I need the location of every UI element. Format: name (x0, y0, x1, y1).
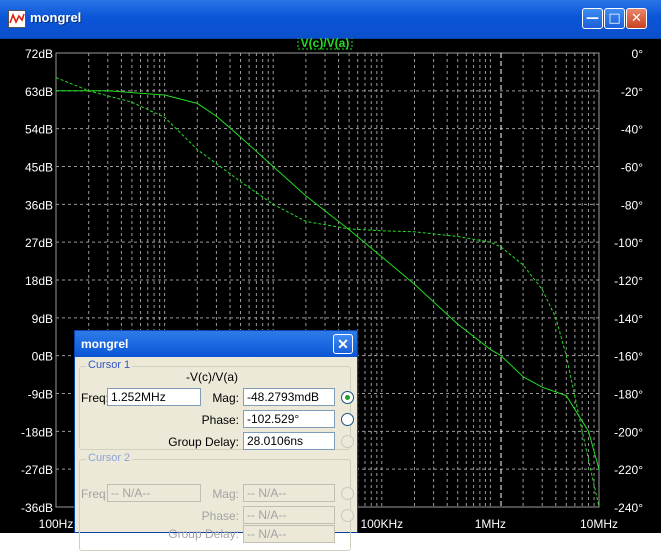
phase-tick-label: -240° (614, 501, 643, 515)
phase-tick-label: -120° (614, 274, 643, 288)
window-titlebar[interactable]: mongrel — □ ✕ (0, 0, 661, 39)
magnitude-tick-label: -36dB (21, 501, 53, 515)
cursor1-phase-field[interactable]: -102.529° (243, 410, 335, 428)
cursor1-freq-field[interactable]: 1.252MHz (107, 388, 201, 406)
magnitude-tick-label: 72dB (25, 47, 53, 61)
minimize-icon: — (586, 11, 599, 26)
phase-tick-label: -200° (614, 425, 643, 439)
cursor1-group-delay-radio[interactable] (341, 435, 354, 448)
cursor1-group-delay-label: Group Delay: (168, 435, 239, 449)
maximize-button[interactable]: □ (604, 8, 625, 29)
phase-tick-label: 0° (632, 47, 644, 61)
window-title: mongrel (30, 10, 82, 25)
cursor1-expression: -V(c)/V(a) (186, 370, 238, 384)
dialog-title: mongrel (81, 337, 129, 351)
cursor1-phase-label: Phase: (201, 413, 239, 427)
phase-tick-label: -60° (621, 161, 643, 175)
close-icon: ✕ (337, 336, 349, 352)
close-button[interactable]: ✕ (626, 8, 647, 29)
magnitude-tick-label: 0dB (32, 350, 53, 364)
cursor2-label: Cursor 2 (86, 452, 133, 464)
close-icon: ✕ (631, 11, 642, 26)
magnitude-tick-label: 54dB (25, 123, 53, 137)
magnitude-tick-label: 27dB (25, 236, 53, 250)
magnitude-tick-label: 36dB (25, 198, 53, 212)
trace-label[interactable]: V(c)/V(a) (297, 38, 353, 50)
cursor2-phase-field[interactable]: -- N/A-- (243, 506, 335, 524)
cursor1-mag-field[interactable]: -48.2793mdB (243, 388, 335, 406)
frequency-tick-label: 100Hz (39, 517, 74, 531)
phase-tick-label: -180° (614, 388, 643, 402)
phase-axis: 0° -20° -40° -60° -80° -100° -120° -140° -160° -1… (614, 47, 643, 515)
magnitude-tick-label: -18dB (21, 425, 53, 439)
magnitude-tick-label: 9dB (32, 312, 53, 326)
dialog-close-button[interactable]: ✕ (333, 334, 353, 354)
magnitude-tick-label: -27dB (21, 463, 53, 477)
cursor2-phase-label: Phase: (201, 509, 239, 523)
frequency-tick-label: 1MHz (475, 517, 506, 531)
cursor1-freq-label: Freq: (81, 391, 110, 405)
dialog-titlebar[interactable]: mongrel ✕ (75, 331, 357, 357)
phase-tick-label: -80° (621, 198, 643, 212)
minimize-button[interactable]: — (582, 8, 603, 29)
cursor1-label: Cursor 1 (86, 359, 133, 371)
frequency-tick-label: 10MHz (580, 517, 618, 531)
cursor-dialog: mongrel ✕ Cursor 1 -V(c)/V(a) Freq: 1.25… (74, 330, 358, 551)
cursor2-mag-radio[interactable] (341, 487, 354, 500)
cursor2-freq-label: Freq: (81, 487, 110, 501)
phase-tick-label: -20° (621, 85, 643, 99)
frequency-tick-label: 100KHz (360, 517, 403, 531)
phase-tick-label: -160° (614, 350, 643, 364)
phase-tick-label: -140° (614, 312, 643, 326)
cursor2-mag-field[interactable]: -- N/A-- (243, 484, 335, 502)
cursor2-group-delay-label: Group Delay: (168, 527, 239, 541)
magnitude-tick-label: 63dB (25, 85, 53, 99)
phase-tick-label: -220° (614, 463, 643, 477)
magnitude-axis: 72dB 63dB 54dB 45dB 36dB 27dB 18dB 9dB 0dB -9dB -1… (21, 47, 53, 515)
cursor1-group-delay-field[interactable]: 28.0106ns (243, 432, 335, 450)
magnitude-tick-label: 45dB (25, 161, 53, 175)
plot-window: mongrel — □ ✕ 72dB 63dB 54dB 45dB 36dB 27dB 18… (0, 0, 661, 551)
cursor1-mag-radio[interactable] (341, 391, 354, 404)
cursor2-group-delay-field[interactable]: -- N/A-- (243, 525, 335, 543)
waveform-app-icon (8, 10, 26, 28)
cursor2-mag-label: Mag: (212, 487, 239, 501)
magnitude-tick-label: -9dB (28, 388, 53, 402)
cursor1-phase-radio[interactable] (341, 413, 354, 426)
phase-tick-label: -100° (614, 236, 643, 250)
phase-tick-label: -40° (621, 123, 643, 137)
cursor1-mag-label: Mag: (212, 391, 239, 405)
magnitude-tick-label: 18dB (25, 274, 53, 288)
maximize-icon: □ (608, 11, 621, 26)
cursor2-freq-field[interactable]: -- N/A-- (107, 484, 201, 502)
trace-label-text: V(c)/V(a) (301, 38, 350, 50)
cursor2-phase-radio[interactable] (341, 509, 354, 522)
